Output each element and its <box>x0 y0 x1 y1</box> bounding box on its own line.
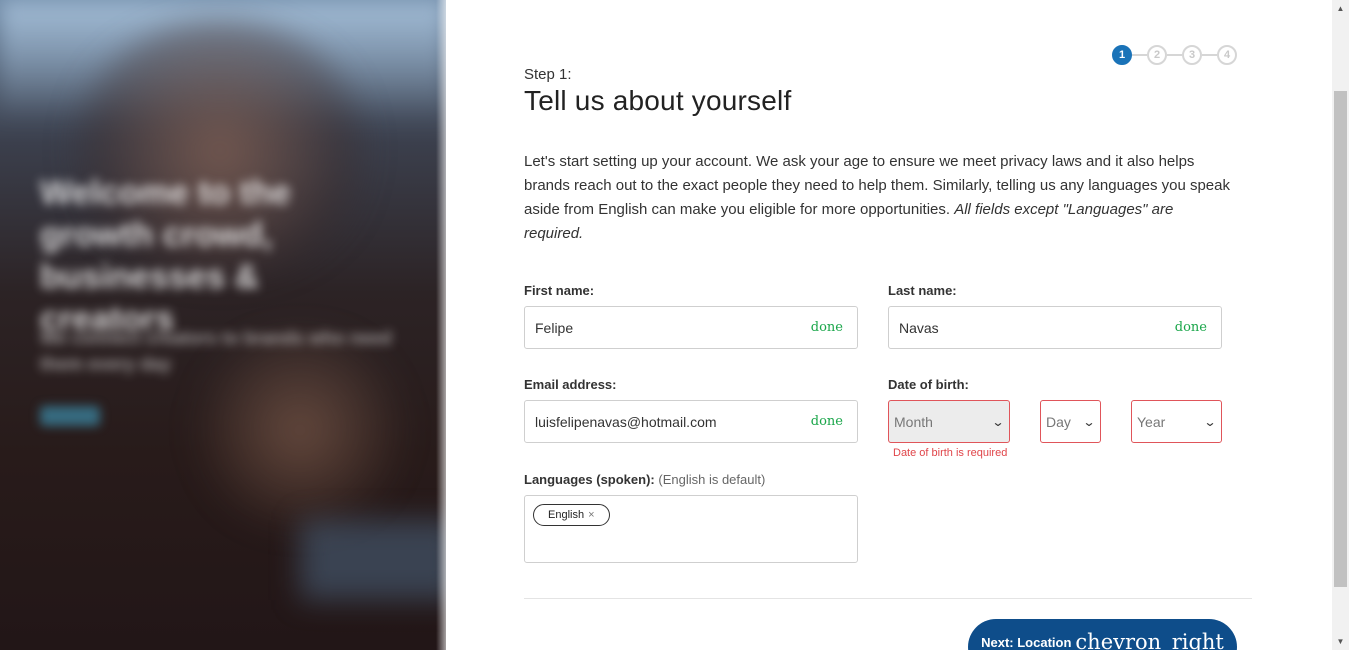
dob-day-select[interactable]: Day ⌄ <box>1040 400 1101 443</box>
scroll-up-arrow-icon[interactable]: ▲ <box>1332 0 1349 17</box>
chevron-down-icon: ⌄ <box>991 414 1005 429</box>
languages-label-text: Languages (spoken): <box>524 472 655 487</box>
close-icon[interactable]: × <box>588 509 594 521</box>
first-name-label: First name: <box>524 283 595 298</box>
step-connector <box>1202 54 1217 56</box>
dob-year-select[interactable]: Year ⌄ <box>1131 400 1222 443</box>
chevron-right-icon: chevron_right <box>1075 630 1224 650</box>
email-field[interactable]: luisfelipenavas@hotmail.com done <box>524 400 858 443</box>
last-name-field[interactable]: Navas done <box>888 306 1222 349</box>
languages-hint: (English is default) <box>658 472 766 487</box>
step-1: 1 <box>1112 45 1132 65</box>
step-connector <box>1132 54 1147 56</box>
done-icon: done <box>810 414 843 429</box>
languages-input[interactable]: English × <box>524 495 858 563</box>
page-title: Tell us about yourself <box>524 85 792 116</box>
dob-error-message: Date of birth is required <box>893 447 1008 459</box>
last-name-label: Last name: <box>888 283 957 298</box>
dob-month-value: Month <box>894 413 933 430</box>
chevron-down-icon: ⌄ <box>1082 414 1096 429</box>
hero-object <box>300 520 446 600</box>
dob-label: Date of birth: <box>888 377 969 392</box>
scroll-down-arrow-icon[interactable]: ▼ <box>1332 633 1349 650</box>
dob-day-value: Day <box>1046 413 1071 430</box>
done-icon: done <box>810 320 843 335</box>
step-connector <box>1167 54 1182 56</box>
dob-month-select[interactable]: Month ⌄ <box>888 400 1010 443</box>
next-location-button[interactable]: Next: Location chevron_right <box>968 619 1237 650</box>
vertical-scrollbar[interactable]: ▲ ▼ <box>1332 0 1349 650</box>
email-value: luisfelipenavas@hotmail.com <box>535 413 717 430</box>
scrollbar-thumb[interactable] <box>1334 91 1347 587</box>
done-icon: done <box>1174 320 1207 335</box>
hero-fade <box>436 0 446 650</box>
signup-form: 1 2 3 4 Step 1: Tell us about yourself L… <box>524 0 1254 650</box>
dob-year-value: Year <box>1137 413 1166 430</box>
step-3: 3 <box>1182 45 1202 65</box>
step-2: 2 <box>1147 45 1167 65</box>
hero-panel: Welcome to the growth crowd, businesses … <box>0 0 446 650</box>
progress-stepper: 1 2 3 4 <box>1112 45 1237 65</box>
chevron-down-icon: ⌄ <box>1203 414 1217 429</box>
next-button-label: Next: Location <box>981 635 1072 650</box>
languages-label: Languages (spoken): (English is default) <box>524 472 765 487</box>
language-chip-label: English <box>548 509 585 521</box>
hero-headline: Welcome to the growth crowd, businesses … <box>40 174 291 338</box>
hero-subtext: We connect creators to brands who need t… <box>40 328 392 374</box>
first-name-value: Felipe <box>535 319 574 336</box>
last-name-value: Navas <box>899 319 939 336</box>
divider <box>524 598 1252 599</box>
language-chip-english[interactable]: English × <box>533 504 610 526</box>
email-label: Email address: <box>524 377 617 392</box>
step-4: 4 <box>1217 45 1237 65</box>
first-name-field[interactable]: Felipe done <box>524 306 858 349</box>
step-label: Step 1: <box>524 66 572 83</box>
intro-text: Let's start setting up your account. We … <box>524 150 1234 246</box>
hero-cta-button[interactable] <box>40 406 100 426</box>
